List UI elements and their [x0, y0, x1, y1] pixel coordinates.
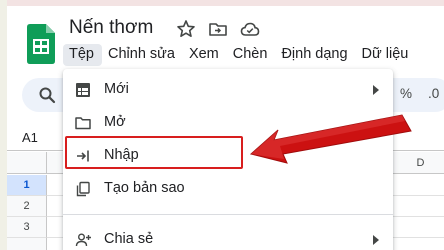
column-header-d[interactable]: D [386, 152, 444, 174]
cloud-status-icon[interactable] [240, 19, 260, 39]
row-header-2[interactable]: 2 [7, 196, 47, 217]
menu-edit[interactable]: Chỉnh sửa [102, 44, 183, 66]
menu-item-share[interactable]: Chia sẻ [63, 226, 393, 250]
row-header-3[interactable]: 3 [7, 217, 47, 238]
name-box[interactable]: A1 [22, 130, 38, 145]
window-left-edge [0, 0, 7, 250]
format-percent-button[interactable]: % [400, 86, 412, 101]
menu-file[interactable]: Tệp [63, 44, 102, 66]
menu-item-new[interactable]: Mới [63, 76, 393, 104]
submenu-arrow-icon [373, 235, 379, 245]
menu-item-open[interactable]: Mở [63, 109, 393, 137]
row-header-1[interactable]: 1 [7, 175, 47, 196]
menu-view[interactable]: Xem [183, 44, 227, 66]
new-sheet-icon [76, 83, 90, 97]
menu-bar: Tệp Chỉnh sửa Xem Chèn Định dạng Dữ liệu [63, 44, 416, 66]
menu-item-label: Mở [104, 114, 126, 130]
row-header-4[interactable] [7, 238, 47, 250]
search-icon[interactable] [38, 86, 56, 104]
menu-data[interactable]: Dữ liệu [356, 44, 417, 66]
document-title[interactable]: Nến thơm [69, 17, 153, 39]
star-icon[interactable] [176, 19, 196, 39]
menu-item-make-copy[interactable]: Tạo bản sao [63, 175, 393, 203]
google-sheets-logo-icon[interactable] [25, 24, 57, 64]
menu-insert[interactable]: Chèn [227, 44, 276, 66]
folder-open-icon [75, 117, 91, 130]
browser-top-strip [0, 0, 444, 6]
menu-divider [63, 214, 393, 215]
folder-move-icon[interactable] [208, 19, 228, 39]
menu-item-label: Chia sẻ [104, 231, 154, 247]
share-person-icon [75, 233, 91, 247]
select-all-corner[interactable] [7, 152, 47, 174]
decrease-decimal-button[interactable]: .0 [428, 86, 439, 101]
menu-item-label: Tạo bản sao [104, 180, 185, 196]
copy-icon [76, 181, 90, 197]
submenu-arrow-icon [373, 85, 379, 95]
menu-format[interactable]: Định dạng [275, 44, 355, 66]
import-highlight-box [65, 136, 243, 169]
menu-item-label: Mới [104, 81, 129, 97]
